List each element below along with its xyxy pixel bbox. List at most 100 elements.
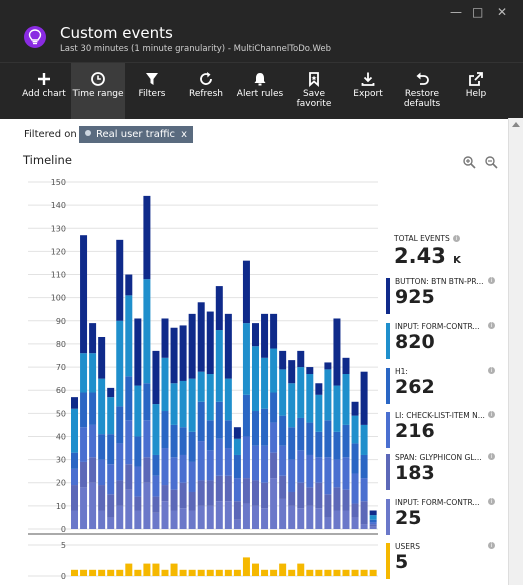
bar-segment xyxy=(224,475,232,502)
refresh-icon xyxy=(200,72,212,85)
info-icon[interactable]: i xyxy=(453,235,460,242)
y-tick-label: 0 xyxy=(61,525,66,534)
save-favorite-button[interactable]: Save favorite xyxy=(287,63,341,119)
bar-segment xyxy=(233,519,241,529)
metric-item[interactable]: H1: 262 i xyxy=(382,366,512,406)
metric-label: USERS xyxy=(395,542,420,551)
bar-segment xyxy=(179,427,187,455)
info-icon[interactable]: i xyxy=(488,322,495,329)
close-icon[interactable]: ✕ xyxy=(497,6,507,18)
export-button[interactable]: Export xyxy=(341,63,395,119)
alert-rules-button[interactable]: Alert rules xyxy=(233,63,287,119)
external-link-icon xyxy=(469,72,483,86)
metric-value: 216 xyxy=(395,420,435,442)
help-button[interactable]: Help xyxy=(449,63,503,119)
y-tick-label: 110 xyxy=(51,271,66,280)
info-icon[interactable]: i xyxy=(488,453,495,460)
maximize-icon[interactable]: □ xyxy=(472,6,483,18)
bar-segment xyxy=(333,385,341,432)
zoom-in-icon[interactable] xyxy=(462,155,476,169)
users-bar xyxy=(252,563,259,576)
metric-item[interactable]: INPUT: FORM-CONTR... 25 i xyxy=(382,497,512,537)
restore-defaults-button[interactable]: Restore defaults xyxy=(395,63,449,119)
bar-segment xyxy=(179,508,187,529)
bar-segment xyxy=(261,482,269,509)
metric-item[interactable]: SPAN: GLYPHICON GL... 183 i xyxy=(382,452,512,492)
bar-segment xyxy=(333,318,341,386)
blade-title: Custom events xyxy=(60,24,173,42)
info-icon[interactable]: i xyxy=(488,411,495,418)
add-chart-button[interactable]: Add chart xyxy=(17,63,71,119)
time-range-button[interactable]: Time range xyxy=(71,63,125,119)
bar-segment xyxy=(252,505,259,529)
metric-color-bar xyxy=(386,368,390,404)
info-icon[interactable]: i xyxy=(488,367,495,374)
bar-segment xyxy=(279,369,287,416)
users-bar xyxy=(342,569,350,576)
bar-segment xyxy=(342,374,350,425)
bar-segment xyxy=(351,503,359,518)
scroll-up-icon[interactable] xyxy=(512,122,520,127)
bar-segment xyxy=(125,274,133,296)
bar-segment xyxy=(98,378,106,435)
bar-segment xyxy=(315,394,323,432)
remove-filter-button[interactable]: x xyxy=(181,129,187,140)
zoom-out-icon[interactable] xyxy=(484,155,498,169)
metric-item[interactable]: INPUT: FORM-CONTR... 820 i xyxy=(382,321,512,361)
y-tick-label: 40 xyxy=(56,432,66,441)
bar-segment xyxy=(288,491,296,506)
y-tick-label: 60 xyxy=(56,386,66,395)
bar-segment xyxy=(125,420,133,465)
metric-item[interactable]: BUTTON: BTN BTN-PR... 925 i xyxy=(382,276,512,316)
bar-segment xyxy=(143,279,151,384)
bar-segment xyxy=(369,524,377,527)
filter-chip-label: Real user traffic xyxy=(96,129,176,140)
bar-segment xyxy=(333,431,341,460)
bar-segment xyxy=(324,420,332,458)
filters-button[interactable]: Filters xyxy=(125,63,179,119)
filter-chip[interactable]: Real user traffic x xyxy=(79,126,193,143)
bar-segment xyxy=(351,473,359,504)
users-bar xyxy=(134,569,142,576)
users-bar xyxy=(161,569,169,576)
bar-segment xyxy=(279,350,287,370)
metric-value: 25 xyxy=(395,507,422,529)
bar-segment xyxy=(188,313,196,379)
bar-segment xyxy=(170,424,178,458)
bar-segment xyxy=(360,454,368,479)
bar-segment xyxy=(206,505,214,529)
total-events-value: 2.43 K xyxy=(394,244,461,268)
minimize-icon[interactable]: — xyxy=(450,6,462,18)
y-tick-label: 20 xyxy=(56,479,66,488)
bar-segment xyxy=(297,450,305,483)
info-icon[interactable]: i xyxy=(488,277,495,284)
refresh-button[interactable]: Refresh xyxy=(179,63,233,119)
bar-segment xyxy=(242,260,250,324)
users-bar xyxy=(233,569,241,576)
bar-segment xyxy=(270,348,278,393)
bar-segment xyxy=(279,445,287,476)
bar-segment xyxy=(80,427,88,462)
info-icon[interactable]: i xyxy=(488,542,495,549)
metric-item[interactable]: LI: CHECK-LIST-ITEM N... 216 i xyxy=(382,410,512,450)
undo-icon xyxy=(416,72,429,85)
bar-segment xyxy=(197,480,205,506)
clock-icon xyxy=(91,72,105,86)
bar-segment xyxy=(252,480,259,506)
bar-segment xyxy=(351,415,359,444)
bar-segment xyxy=(161,357,169,412)
metric-item[interactable]: USERS 5 i xyxy=(382,541,512,581)
bar-segment xyxy=(224,420,232,449)
bar-segment xyxy=(206,374,214,421)
metric-value: 925 xyxy=(395,286,435,308)
info-icon[interactable]: i xyxy=(488,498,495,505)
metric-value: 262 xyxy=(395,376,435,398)
bar-segment xyxy=(98,510,106,529)
bar-segment xyxy=(98,434,106,460)
restore-label: Restore xyxy=(404,89,440,99)
metric-label: INPUT: FORM-CONTR... xyxy=(395,322,480,331)
users-bar xyxy=(369,569,377,576)
bar-segment xyxy=(134,436,142,467)
bar-segment xyxy=(279,475,287,499)
y-tick-label: 10 xyxy=(56,502,66,511)
